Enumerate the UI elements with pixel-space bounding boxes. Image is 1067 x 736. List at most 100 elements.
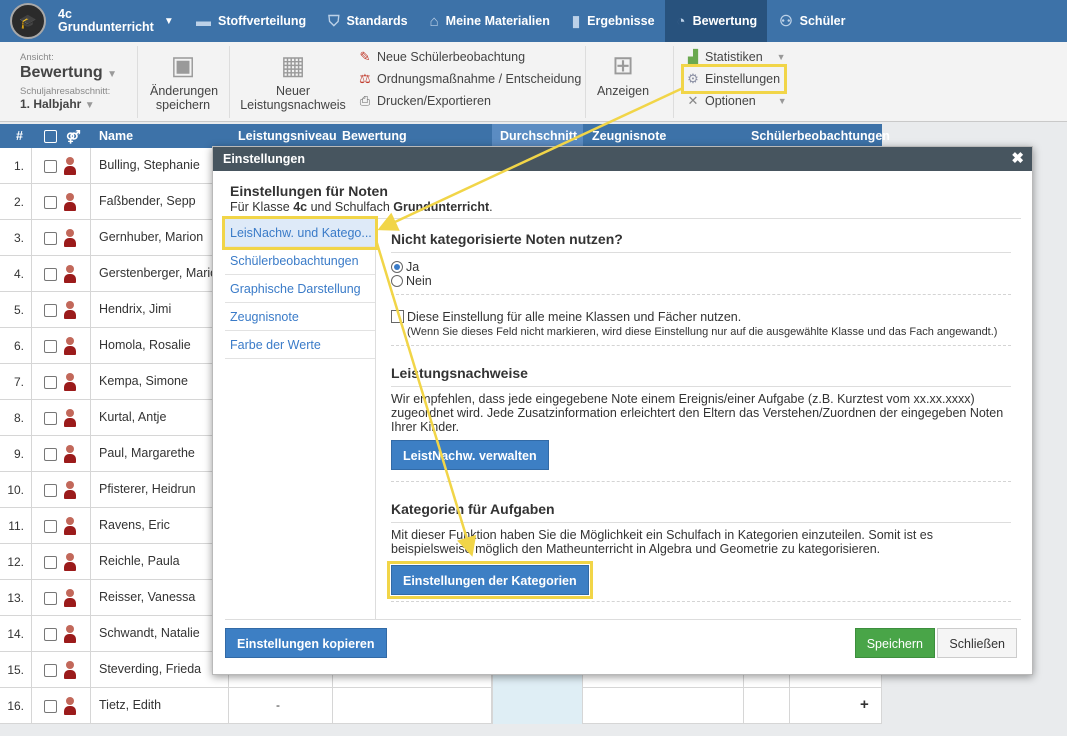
header-avg[interactable]: Durchschnitt [500,129,577,143]
add-observation-button[interactable]: + [860,696,869,713]
new-assessment-button[interactable]: ▦ Neuer Leistungsnachweis [240,50,346,112]
radio-button[interactable] [391,275,403,287]
close-button[interactable]: Schließen [937,628,1017,658]
new-observation-button[interactable]: ✎ Neue Schülerbeobachtung [357,46,581,68]
table-row[interactable]: 16. Tietz, Edith - + [0,688,882,724]
avg-cell [492,688,583,724]
row-checkbox[interactable] [44,556,57,569]
student-name[interactable]: Hendrix, Jimi [99,302,171,316]
copy-settings-button[interactable]: Einstellungen kopieren [225,628,387,658]
header-obs[interactable]: Schülerbeobachtungen [751,129,890,143]
row-checkbox[interactable] [44,628,57,641]
nav-label: Meine Materialien [445,14,550,28]
row-checkbox[interactable] [44,484,57,497]
row-checkbox[interactable] [44,448,57,461]
settings-button[interactable]: ⚙ Einstellungen [680,64,788,94]
grade-radio-group: Ja Nein [391,253,1011,295]
show-button[interactable]: ⊞ Anzeigen [594,50,652,98]
row-checkbox[interactable] [44,664,57,677]
row-number: 10. [7,483,24,497]
menu-item-schuelerbeobachtungen[interactable]: Schülerbeobachtungen [225,247,375,275]
header-level[interactable]: Leistungsniveau [238,129,337,143]
student-name[interactable]: Gernhuber, Marion [99,230,203,244]
row-checkbox[interactable] [44,304,57,317]
statistics-button[interactable]: ▟ Statistiken ▼ [685,46,787,68]
nav-stoffverteilung[interactable]: ▬ Stoffverteilung [184,0,316,42]
nav-label: Standards [346,14,408,28]
printer-icon: ⎙ [359,93,371,108]
radio-no[interactable]: Nein [391,274,1011,288]
row-number: 9. [13,447,24,461]
header-grade[interactable]: Bewertung [342,129,407,143]
gavel-icon: ⚖ [359,71,371,86]
section-actions: Einstellungen der Kategorien [387,556,1011,602]
view-selector[interactable]: Ansicht: Bewertung ▼ Schuljahresabschnit… [20,52,117,111]
action-label: Ordnungsmaßnahme / Entscheidung [377,72,582,86]
menu-item-leisnachw[interactable]: LeisNachw. und Katego... [222,216,378,250]
menu-item-zeugnisnote[interactable]: Zeugnisnote [225,303,375,331]
section-title: Nicht kategorisierte Noten nutzen? [391,219,1011,253]
nav-standards[interactable]: ⛉ Standards [316,0,417,42]
class-selector[interactable]: 🎓 4c Grundunterricht ▼ [0,0,184,42]
student-name[interactable]: Bulling, Stephanie [99,158,200,172]
student-name[interactable]: Paul, Margarethe [99,446,195,460]
action-label: Neue Schülerbeobachtung [377,50,526,64]
manage-assessments-button[interactable]: LeistNachw. verwalten [391,440,549,470]
student-name[interactable]: Steverding, Frieda [99,662,201,676]
student-name[interactable]: Schwandt, Natalie [99,626,200,640]
student-name[interactable]: Ravens, Eric [99,518,170,532]
student-avatar-icon [63,589,77,607]
close-icon[interactable]: ✖ [1011,147,1024,171]
menu-item-graphische-darstellung[interactable]: Graphische Darstellung [225,275,375,303]
select-all-checkbox[interactable] [44,130,57,143]
row-checkbox[interactable] [44,412,57,425]
nav-schueler[interactable]: ⚇ Schüler [767,0,855,42]
row-checkbox[interactable] [44,376,57,389]
table-header: # ⚤ Name Leistungsniveau Bewertung Durch… [0,124,890,148]
student-name[interactable]: Homola, Rosalie [99,338,191,352]
radio-yes[interactable]: Ja [391,260,1011,274]
apply-all-option[interactable]: Diese Einstellung für alle meine Klassen… [391,295,1011,324]
student-name[interactable]: Tietz, Edith [99,698,161,712]
save-changes-button[interactable]: ▣ Änderungen speichern [150,50,219,112]
category-settings-button[interactable]: Einstellungen der Kategorien [387,561,593,599]
student-name[interactable]: Pfisterer, Heidrun [99,482,196,496]
tools-icon: ✕ [687,93,699,108]
row-checkbox[interactable] [44,592,57,605]
radio-button[interactable] [391,261,403,273]
disciplinary-action-button[interactable]: ⚖ Ordnungsmaßnahme / Entscheidung [357,68,581,90]
row-checkbox[interactable] [44,268,57,281]
row-checkbox[interactable] [44,520,57,533]
gender-icon: ⚤ [66,130,81,144]
header-name[interactable]: Name [99,129,133,143]
nav-bewertung[interactable]: ◔ Bewertung [664,0,768,42]
save-button[interactable]: Speichern [854,628,935,658]
student-name[interactable]: Reichle, Paula [99,554,180,568]
header-report[interactable]: Zeugnisnote [592,129,666,143]
option-label: Statistiken [705,50,763,64]
student-name[interactable]: Kurtal, Antje [99,410,166,424]
student-name[interactable]: Faßbender, Sepp [99,194,196,208]
save-line1: Änderungen [150,84,219,98]
nav-label: Schüler [799,14,846,28]
class-subject: Grundunterricht [58,20,154,34]
action-label: Drucken/Exportieren [377,94,491,108]
student-name[interactable]: Reisser, Vanessa [99,590,195,604]
row-checkbox[interactable] [44,160,57,173]
row-number: 13. [7,591,24,605]
row-number: 6. [13,339,24,353]
row-checkbox[interactable] [44,340,57,353]
nav-materialien[interactable]: ⌂ Meine Materialien [418,0,560,42]
row-checkbox[interactable] [44,700,57,713]
options-button[interactable]: ✕ Optionen ▼ [685,90,787,112]
row-number: 15. [7,663,24,677]
print-export-button[interactable]: ⎙ Drucken/Exportieren [357,90,581,112]
student-name[interactable]: Gerstenberger, Mario [99,266,217,280]
apply-all-checkbox[interactable] [391,310,404,323]
row-checkbox[interactable] [44,196,57,209]
divider [673,46,674,118]
student-name[interactable]: Kempa, Simone [99,374,188,388]
nav-ergebnisse[interactable]: ▮ Ergebnisse [560,0,665,42]
row-checkbox[interactable] [44,232,57,245]
menu-item-farbe[interactable]: Farbe der Werte [225,331,375,359]
